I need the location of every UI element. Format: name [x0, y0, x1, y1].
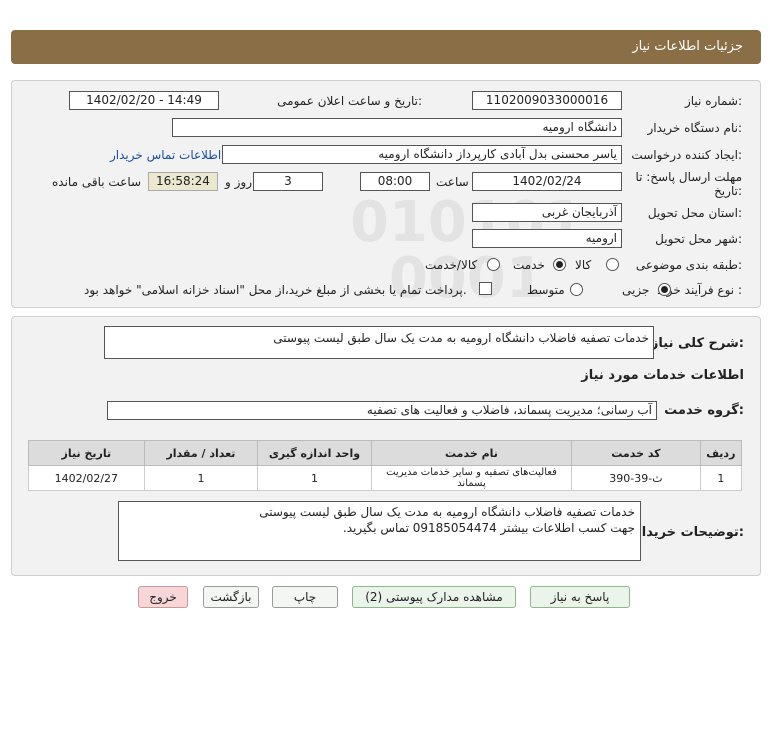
city-field: ارومیه [472, 229, 622, 248]
creator-label: ایجاد کننده درخواست: [631, 148, 742, 162]
city-label: شهر محل تحویل: [655, 232, 742, 246]
category-option-goods-service: کالا/خدمت [425, 258, 478, 272]
col-service-code: کد خدمت [571, 440, 701, 466]
deadline-time-label: ساعت [436, 175, 469, 189]
cell-need-date: 1402/02/27 [28, 465, 145, 491]
remaining-days-field: 3 [253, 172, 323, 191]
buyer-notes-line1: خدمات تصفیه فاضلاب دانشگاه ارومیه به مدت… [259, 505, 635, 519]
announce-field: 1402/02/20 - 14:49 [69, 91, 219, 110]
page-title: جزئیات اطلاعات نیاز [632, 39, 743, 54]
col-quantity: تعداد / مقدار [143, 440, 259, 466]
general-description-field: خدمات تصفیه فاضلاب دانشگاه ارومیه به مدت… [104, 326, 654, 359]
services-section-title: اطلاعات خدمات مورد نیاز [581, 368, 744, 383]
category-option-goods: کالا [575, 258, 592, 272]
cell-service-name: فعالیت‌های تصفیه و سایر خدمات مدیریت پسم… [370, 465, 573, 491]
process-radio-minor[interactable] [658, 283, 671, 296]
buyer-org-field: دانشگاه ارومیه [172, 118, 622, 137]
process-option-medium: متوسط [527, 283, 565, 297]
page-header: جزئیات اطلاعات نیاز [11, 30, 761, 64]
print-button[interactable]: چاپ [272, 586, 338, 608]
cell-quantity: 1 [143, 465, 259, 491]
treasury-note: پرداخت تمام یا بخشی از مبلغ خرید،از محل … [84, 283, 467, 297]
category-label: طبقه بندی موضوعی: [635, 258, 742, 272]
service-group-label: گروه خدمت: [664, 403, 744, 418]
remaining-time-field: 16:58:24 [148, 172, 218, 191]
services-table: ردیف کد خدمت نام خدمت واحد اندازه گیری ت… [28, 440, 743, 491]
attachments-button[interactable]: مشاهده مدارک پیوستی (2) [352, 586, 516, 608]
need-number-label: شماره نیاز: [684, 94, 742, 108]
buyer-notes-label: توضیحات خریدار: [634, 525, 744, 540]
general-description-label: شرح کلی نیاز: [650, 336, 744, 351]
deadline-date-field: 1402/02/24 [472, 172, 622, 191]
cell-row-number: 1 [699, 465, 743, 491]
service-group-field: آب رسانی؛ مدیریت پسماند، فاضلاب و فعالیت… [107, 401, 657, 420]
table-header-row: ردیف کد خدمت نام خدمت واحد اندازه گیری ت… [28, 440, 743, 466]
deadline-label-date: تاریخ: [714, 184, 742, 198]
deadline-time-field: 08:00 [360, 172, 430, 191]
col-row-number: ردیف [699, 440, 743, 466]
col-service-name: نام خدمت [370, 440, 573, 466]
creator-field: یاسر محسنی بدل آبادی کارپرداز دانشگاه ار… [222, 145, 622, 164]
col-need-date: تاریخ نیاز [28, 440, 145, 466]
category-radio-goods[interactable] [606, 258, 619, 271]
cell-service-code: ث-39-390 [571, 465, 701, 491]
buyer-notes-field: خدمات تصفیه فاضلاب دانشگاه ارومیه به مدت… [118, 501, 641, 561]
process-option-minor: جزیی [622, 283, 650, 297]
province-label: استان محل تحویل: [647, 206, 742, 220]
remaining-label: ساعت باقی مانده [52, 175, 142, 189]
exit-button[interactable]: خروج [138, 586, 188, 608]
back-button[interactable]: بازگشت [203, 586, 259, 608]
process-radio-medium[interactable] [570, 283, 583, 296]
col-unit: واحد اندازه گیری [257, 440, 372, 466]
days-label: روز و [225, 175, 252, 189]
province-field: آذربایجان غربی [472, 203, 622, 222]
treasury-checkbox[interactable] [479, 282, 492, 295]
buyer-org-label: نام دستگاه خریدار: [647, 121, 743, 135]
buyer-contact-link[interactable]: اطلاعات تماس خریدار [110, 146, 221, 164]
category-radio-service[interactable] [553, 258, 566, 271]
buyer-notes-line2: جهت کسب اطلاعات بیشتر 09185054474 تماس ب… [342, 521, 635, 535]
category-option-service: خدمت [513, 258, 545, 272]
announce-label: تاریخ و ساعت اعلان عمومی: [277, 94, 422, 108]
category-radio-goods-service[interactable] [487, 258, 500, 271]
need-number-field: 1102009033000016 [472, 91, 622, 110]
reply-button[interactable]: پاسخ به نیاز [530, 586, 630, 608]
table-row: 1 ث-39-390 فعالیت‌های تصفیه و سایر خدمات… [28, 465, 743, 491]
cell-unit: 1 [257, 465, 372, 491]
